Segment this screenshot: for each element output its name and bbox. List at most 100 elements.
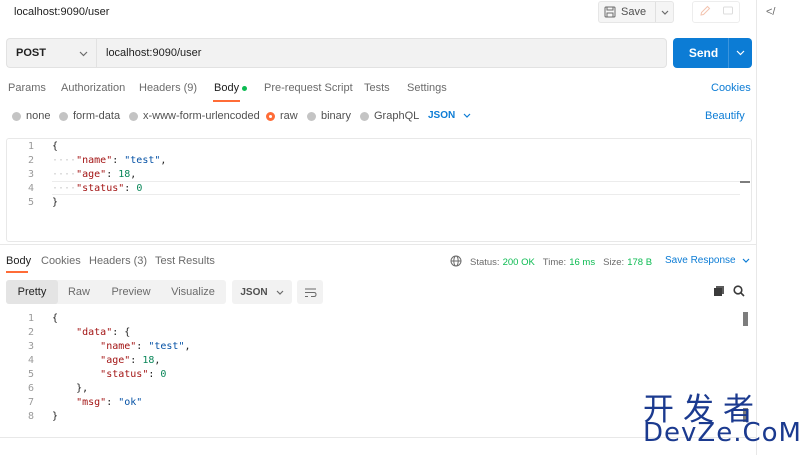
size-label: Size:	[603, 257, 625, 268]
line-number: 5	[27, 197, 34, 208]
size-value[interactable]: 178 B	[627, 257, 652, 268]
view-visualize[interactable]: Visualize	[162, 280, 224, 304]
code-token-key: "name"	[76, 155, 113, 166]
code-token-key: "name"	[100, 341, 137, 352]
code-token-pre	[52, 327, 76, 338]
chevron-down-icon[interactable]	[728, 38, 752, 68]
radio-dot	[59, 111, 68, 121]
pencil-icon[interactable]	[699, 5, 711, 20]
search-icon[interactable]	[733, 285, 745, 300]
response-tab-test-results[interactable]: Test Results	[155, 255, 215, 267]
send-button[interactable]: Send	[673, 38, 752, 68]
chevron-down-icon[interactable]	[655, 2, 673, 22]
code-token-val: "test"	[148, 341, 185, 352]
code-token-val: 18	[142, 355, 155, 366]
code-line: 7 "msg": "ok"	[4, 396, 191, 410]
url-input[interactable]: localhost:9090/user	[96, 38, 667, 68]
code-line: 1{	[4, 312, 191, 326]
radio-form-data[interactable]: form-data	[59, 110, 120, 122]
code-token-mid: {	[52, 141, 59, 152]
line-number: 8	[27, 411, 34, 422]
wrap-lines-icon[interactable]	[297, 280, 323, 304]
edit-button[interactable]	[692, 1, 740, 23]
method-select[interactable]: POST	[6, 38, 96, 68]
save-response-button[interactable]: Save Response	[665, 255, 750, 266]
code-text: },	[52, 382, 88, 396]
radio-raw[interactable]: raw	[266, 110, 298, 122]
code-text: ····"status": 0	[52, 182, 142, 196]
code-line: 5 "status": 0	[4, 368, 191, 382]
cookies-link[interactable]: Cookies	[711, 82, 751, 94]
response-tab-body[interactable]: Body	[6, 255, 31, 267]
tab-authorization[interactable]: Authorization	[61, 82, 125, 94]
code-text: ····"age": 18,	[52, 168, 136, 182]
code-token-mid: : {	[112, 327, 131, 338]
code-token-pre: ····	[52, 155, 77, 166]
line-number: 3	[27, 169, 34, 180]
chevron-down-icon	[276, 287, 284, 298]
code-token-pre	[52, 341, 100, 352]
code-line: 4 ····"status": 0	[4, 182, 166, 196]
tab-body[interactable]: Body	[214, 82, 248, 94]
body-format-select[interactable]: JSON	[428, 110, 471, 121]
code-token-mid: :	[112, 155, 125, 166]
response-tab-headers[interactable]: Headers (3)	[89, 255, 147, 267]
line-number: 4	[27, 183, 34, 194]
tab-prerequest-script[interactable]: Pre-request Script	[264, 82, 353, 94]
code-line: 8}	[4, 410, 191, 424]
code-line: 6 },	[4, 382, 191, 396]
beautify-link[interactable]: Beautify	[705, 110, 745, 122]
tab-headers[interactable]: Headers (9)	[139, 82, 197, 94]
response-tab-cookies[interactable]: Cookies	[41, 255, 81, 267]
code-text: "msg": "ok"	[52, 396, 142, 410]
scrollbar[interactable]	[743, 312, 748, 326]
pane-divider[interactable]	[0, 244, 756, 245]
radio-graphql[interactable]: GraphQL	[360, 110, 419, 122]
code-token-mid: :	[136, 341, 149, 352]
save-button[interactable]: Save	[598, 1, 674, 23]
request-body-lines: 1{2 ····"name": "test", 3 ····"age": 18, 4 ··…	[4, 140, 166, 210]
copy-icon[interactable]	[713, 285, 725, 300]
tab-params[interactable]: Params	[8, 82, 46, 94]
code-line: 3 "name": "test",	[4, 340, 191, 354]
comment-icon[interactable]	[722, 5, 734, 20]
code-token-key: "age"	[100, 355, 131, 366]
tab-settings[interactable]: Settings	[407, 82, 447, 94]
view-preview[interactable]: Preview	[102, 280, 160, 304]
radio-binary[interactable]: binary	[307, 110, 351, 122]
code-token-val: 18	[118, 169, 131, 180]
globe-icon[interactable]	[450, 255, 462, 270]
response-status-bar: Status: 200 OK Time: 16 ms Size: 178 B	[450, 255, 660, 270]
code-token-mid: }	[52, 411, 59, 422]
scrollbar[interactable]	[740, 181, 750, 183]
time-value[interactable]: 16 ms	[569, 257, 595, 268]
radio-label: x-www-form-urlencoded	[143, 110, 260, 122]
line-number: 4	[27, 355, 34, 366]
code-token-key: "data"	[76, 327, 113, 338]
code-token-val: "test"	[124, 155, 161, 166]
save-response-label: Save Response	[665, 255, 736, 266]
code-line: 2 ····"name": "test",	[4, 154, 166, 168]
code-line: 1{	[4, 140, 166, 154]
radio-urlencoded[interactable]: x-www-form-urlencoded	[129, 110, 260, 122]
tab-tests[interactable]: Tests	[364, 82, 390, 94]
radio-none[interactable]: none	[12, 110, 50, 122]
view-raw[interactable]: Raw	[58, 280, 100, 304]
code-token-pre	[52, 355, 100, 366]
radio-label: binary	[321, 110, 351, 122]
status-value[interactable]: 200 OK	[503, 257, 535, 268]
code-line: 3 ····"age": 18,	[4, 168, 166, 182]
code-text: {	[52, 140, 58, 154]
code-text: "age": 18,	[52, 354, 160, 368]
view-pretty[interactable]: Pretty	[6, 280, 58, 304]
tab-body-label: Body	[214, 82, 240, 94]
response-format-label: JSON	[240, 286, 268, 298]
code-token-mid: :	[130, 355, 143, 366]
send-label: Send	[688, 46, 719, 60]
code-icon[interactable]: </	[766, 6, 775, 18]
response-format-select[interactable]: JSON	[232, 280, 292, 304]
code-text: "status": 0	[52, 368, 166, 382]
body-status-dot	[242, 85, 248, 91]
code-text: }	[52, 410, 58, 424]
watermark-logo-en: DevZe.CoM	[643, 418, 800, 448]
